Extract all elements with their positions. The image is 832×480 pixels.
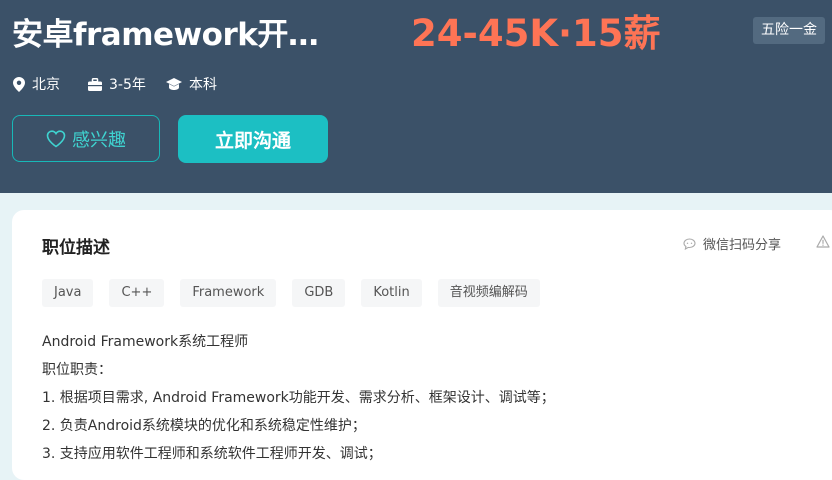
job-title: 安卓framework开…	[12, 17, 319, 53]
warning-icon[interactable]	[816, 235, 830, 248]
education-meta: 本科	[166, 74, 217, 94]
skill-tag: Kotlin	[361, 279, 422, 307]
location-icon	[13, 76, 25, 92]
experience-meta: 3-5年	[88, 74, 146, 94]
skill-tag: C++	[109, 279, 165, 307]
skill-tag: GDB	[292, 279, 346, 307]
skill-tags: Java C++ Framework GDB Kotlin 音视频编解码	[42, 279, 556, 307]
skill-tag: Framework	[180, 279, 277, 307]
section-title: 职位描述	[42, 238, 110, 258]
share-label: 微信扫码分享	[703, 238, 782, 253]
briefcase-icon	[88, 77, 102, 91]
job-header: 安卓framework开… 24-45K·15薪 五险一金 北京 3-5年 本科…	[0, 0, 832, 193]
heart-icon	[46, 129, 66, 147]
interest-button-label: 感兴趣	[72, 129, 126, 151]
description-line: 职位职责：	[42, 362, 112, 378]
skill-tag: Java	[42, 279, 94, 307]
skill-tag: 音视频编解码	[437, 279, 540, 307]
wechat-share-button[interactable]: 微信扫码分享	[683, 234, 781, 253]
job-description-card: 职位描述 微信扫码分享 Java C++ Framework GDB Kotli…	[12, 210, 832, 480]
description-line: 2. 负责Android系统模块的优化和系统稳定性维护；	[42, 418, 366, 434]
salary: 24-45K·15薪	[411, 12, 661, 55]
description-line: 3. 支持应用软件工程师和系统软件工程师开发、调试；	[42, 446, 382, 462]
benefit-badge: 五险一金	[753, 17, 825, 44]
chat-now-button[interactable]: 立即沟通	[178, 115, 328, 163]
chat-now-button-label: 立即沟通	[214, 129, 291, 152]
experience-label: 3-5年	[109, 77, 146, 93]
chat-bubble-icon	[683, 237, 696, 250]
job-description-text: Android Framework系统工程师 职位职责： 1. 根据项目需求, …	[42, 328, 555, 468]
education-label: 本科	[189, 77, 217, 93]
description-line: Android Framework系统工程师	[42, 334, 249, 350]
city-meta: 北京	[13, 74, 60, 94]
description-line: 1. 根据项目需求, Android Framework功能开发、需求分析、框架…	[42, 390, 555, 406]
graduation-cap-icon	[166, 77, 182, 90]
city-label: 北京	[32, 77, 60, 93]
interest-button[interactable]: 感兴趣	[12, 115, 160, 162]
